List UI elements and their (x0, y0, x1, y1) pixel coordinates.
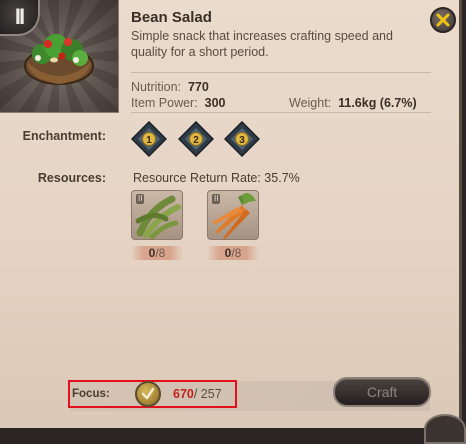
divider (131, 112, 431, 113)
enchantment-level-3-label: 3 (239, 135, 245, 146)
item-description: Simple snack that increases crafting spe… (131, 29, 393, 59)
focus-max: / 257 (193, 387, 222, 401)
divider (131, 72, 431, 73)
enchantment-level-2-label: 2 (193, 135, 199, 146)
nutrition-label: Nutrition: (131, 80, 182, 94)
craft-button[interactable]: Craft (333, 377, 431, 407)
close-icon (436, 13, 450, 27)
item-power-value: 300 (204, 96, 226, 110)
item-power-stat: Item Power: 300 (131, 96, 226, 110)
resource-slot-beans[interactable]: II (131, 190, 183, 240)
crafting-panel: II Bean Salad Simple snack that increase… (0, 0, 462, 428)
item-power-label: Item Power: (131, 96, 198, 110)
enchantment-level-1-button[interactable]: 1 (131, 121, 167, 157)
focus-current: 670 (173, 387, 194, 401)
enchantment-level-3-button[interactable]: 3 (224, 121, 260, 157)
enchantment-level-2-button[interactable]: 2 (178, 121, 214, 157)
resource-count-beans: 0/8 (131, 246, 183, 260)
resource-tier-badge: II (212, 194, 221, 204)
resource-need: /8 (155, 246, 166, 260)
resource-count-carrots: 0/8 (207, 246, 259, 260)
close-button[interactable] (430, 7, 456, 33)
enchantment-level-1-label: 1 (146, 135, 152, 146)
item-title: Bean Salad (131, 9, 212, 26)
resource-slot-carrots[interactable]: II (207, 190, 259, 240)
enchantment-label: Enchantment: (22, 129, 106, 143)
weight-value: 11.6kg (6.7%) (338, 96, 417, 110)
focus-toggle[interactable] (135, 381, 161, 407)
weight-label: Weight: (289, 96, 332, 110)
nutrition-stat: Nutrition: 770 (131, 80, 209, 94)
focus-label: Focus: (72, 388, 110, 400)
focus-value: 670/ 257 (173, 387, 222, 401)
resource-return-rate: Resource Return Rate: 35.7% (133, 171, 300, 185)
corner-ornament (424, 414, 466, 444)
checkmark-icon (141, 387, 155, 400)
weight-stat: Weight: 11.6kg (6.7%) (289, 96, 417, 110)
resource-tier-badge: II (136, 194, 145, 204)
nutrition-value: 770 (187, 80, 209, 94)
resource-need: /8 (231, 246, 242, 260)
pause-icon: II (14, 4, 25, 29)
resources-label: Resources: (37, 171, 106, 185)
